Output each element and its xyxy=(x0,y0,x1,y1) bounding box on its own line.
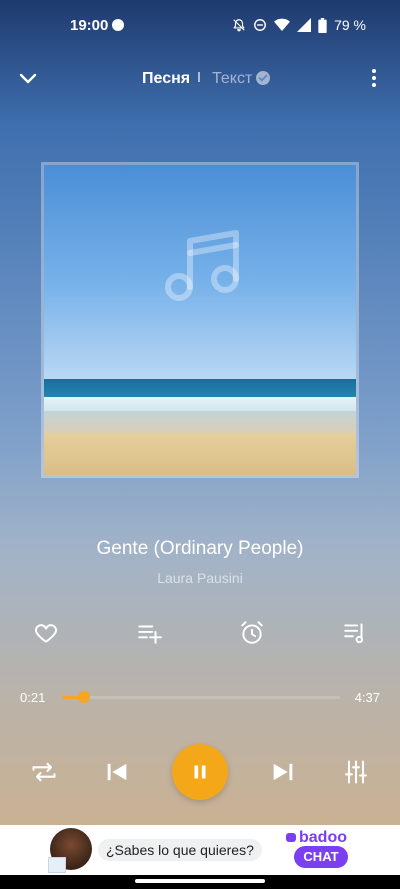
notification-icon xyxy=(112,19,124,31)
ad-choices-icon[interactable] xyxy=(48,857,66,873)
battery-icon xyxy=(318,17,327,33)
signal-icon xyxy=(297,18,312,32)
status-icons: 79 % xyxy=(232,17,366,33)
seek-bar[interactable] xyxy=(62,691,340,703)
verified-check-icon xyxy=(256,71,270,85)
music-note-icon xyxy=(165,230,239,301)
tab-divider xyxy=(198,72,200,82)
tab-lyrics[interactable]: Текст xyxy=(212,70,252,88)
ad-text: ¿Sabes lo que quieres? xyxy=(98,839,262,861)
seek-thumb[interactable] xyxy=(78,691,91,703)
wifi-icon xyxy=(274,18,291,31)
heart-icon[interactable] xyxy=(33,620,59,646)
equalizer-icon[interactable] xyxy=(342,758,370,786)
status-bar: 19:00 79 % xyxy=(0,0,400,50)
home-handle[interactable] xyxy=(135,879,265,883)
chevron-down-icon[interactable] xyxy=(16,66,40,90)
queue-music-icon[interactable] xyxy=(342,620,368,646)
system-nav-bar xyxy=(0,875,400,889)
dnd-icon xyxy=(254,19,267,31)
status-time: 19:00 xyxy=(70,17,109,34)
mute-icon xyxy=(233,19,245,32)
repeat-icon[interactable] xyxy=(30,758,58,786)
ad-chat-button[interactable]: CHAT xyxy=(294,846,348,868)
next-icon[interactable] xyxy=(269,758,297,786)
badoo-logo-icon xyxy=(286,833,296,843)
ad-banner[interactable]: ¿Sabes lo que quieres? badoo CHAT xyxy=(0,825,400,875)
pause-icon xyxy=(194,765,206,779)
previous-icon[interactable] xyxy=(103,758,131,786)
playback-controls xyxy=(0,744,400,800)
current-time: 0:21 xyxy=(20,690,46,705)
add-to-playlist-icon[interactable] xyxy=(136,620,162,646)
ad-brand-label: badoo xyxy=(299,829,347,846)
pause-button[interactable] xyxy=(172,744,228,800)
more-vert-icon[interactable] xyxy=(362,66,386,90)
action-row xyxy=(0,620,400,648)
total-time: 4:37 xyxy=(354,690,380,705)
album-artwork xyxy=(41,162,359,478)
ad-brand: badoo xyxy=(286,829,347,847)
battery-percent: 79 % xyxy=(334,17,366,33)
artwork-waves xyxy=(44,397,356,411)
artwork-shore xyxy=(44,411,356,433)
player-header: Песня Текст xyxy=(0,60,400,96)
tab-song[interactable]: Песня xyxy=(142,70,190,88)
artwork-sand xyxy=(44,433,356,475)
alarm-icon[interactable] xyxy=(239,620,265,646)
artist-name[interactable]: Laura Pausini xyxy=(0,570,400,586)
song-title: Gente (Ordinary People) xyxy=(96,538,304,559)
